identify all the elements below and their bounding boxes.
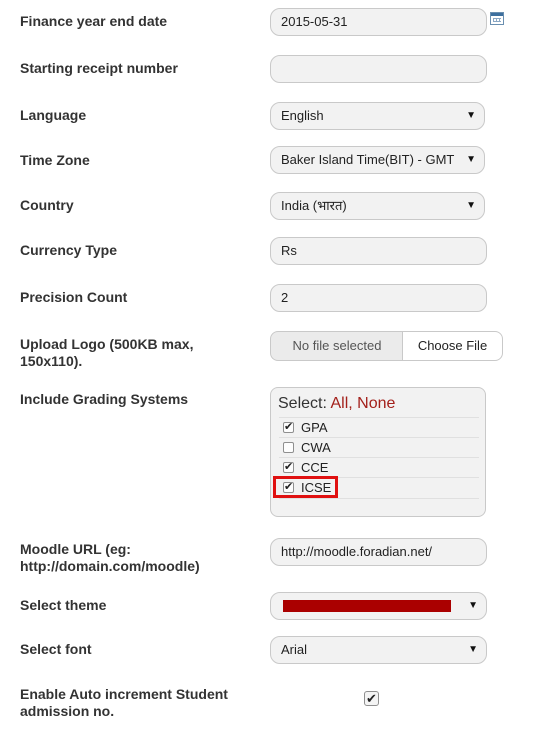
choose-file-button[interactable]: Choose File: [402, 331, 503, 361]
grading-systems-label: Include Grading Systems: [20, 391, 189, 407]
starting-receipt-input[interactable]: [270, 55, 487, 83]
country-label: Country: [20, 197, 74, 213]
chevron-down-icon: ▼: [468, 644, 478, 655]
select-prefix: Select:: [278, 395, 327, 412]
gpa-checkbox[interactable]: ✔: [283, 422, 294, 433]
language-value: English: [281, 108, 324, 123]
moodle-url-label: Moodle URL (eg: http://domain.com/moodle…: [20, 541, 200, 574]
font-select[interactable]: Arial ▼: [270, 636, 487, 664]
chevron-down-icon: ▼: [468, 600, 478, 611]
auto-increment-label: Enable Auto increment Student admission …: [20, 686, 228, 719]
moodle-url-input[interactable]: http://moodle.foradian.net/: [270, 538, 487, 566]
time-zone-select[interactable]: Baker Island Time(BIT) - GMT ▼: [270, 146, 485, 174]
auto-increment-checkbox[interactable]: ✔: [364, 691, 379, 706]
font-value: Arial: [281, 642, 308, 657]
cwa-checkbox[interactable]: [283, 442, 294, 453]
grading-item-label: CWA: [301, 440, 331, 455]
select-font-label: Select font: [20, 641, 92, 657]
grading-select-header: Select: All, None: [278, 395, 395, 413]
logo-file-input[interactable]: No file selected Choose File: [270, 331, 503, 361]
grading-item-label: CCE: [301, 460, 329, 475]
select-separator: ,: [348, 395, 353, 412]
select-all-link[interactable]: All: [330, 395, 348, 412]
country-select[interactable]: India (भारत) ▼: [270, 192, 485, 220]
language-label: Language: [20, 107, 87, 123]
time-zone-label: Time Zone: [20, 152, 90, 168]
finance-year-end-input[interactable]: 2015-05-31: [270, 8, 487, 36]
grading-item-gpa[interactable]: ✔ GPA: [279, 417, 479, 438]
cce-checkbox[interactable]: ✔: [283, 462, 294, 473]
chevron-down-icon: ▼: [466, 200, 476, 211]
calendar-icon[interactable]: [490, 12, 504, 25]
theme-select[interactable]: ▼: [270, 592, 487, 620]
precision-count-label: Precision Count: [20, 289, 128, 305]
select-theme-label: Select theme: [20, 597, 107, 613]
file-status: No file selected: [270, 331, 403, 361]
time-zone-value: Baker Island Time(BIT) - GMT: [281, 152, 455, 167]
chevron-down-icon: ▼: [466, 110, 476, 121]
icse-highlight-box: [273, 476, 338, 498]
grading-item-cce[interactable]: ✔ CCE: [279, 457, 479, 478]
grading-item-cwa[interactable]: CWA: [279, 437, 479, 458]
language-select[interactable]: English ▼: [270, 102, 485, 130]
starting-receipt-label: Starting receipt number: [20, 60, 178, 76]
select-none-link[interactable]: None: [357, 395, 395, 412]
grading-item-label: GPA: [301, 420, 328, 435]
precision-count-input[interactable]: 2: [270, 284, 487, 312]
finance-year-end-label: Finance year end date: [20, 13, 168, 29]
country-value: India (भारत): [281, 198, 347, 213]
currency-type-label: Currency Type: [20, 242, 117, 258]
upload-logo-label: Upload Logo (500KB max, 150x110).: [20, 336, 194, 369]
chevron-down-icon: ▼: [462, 147, 476, 173]
theme-color-swatch: [283, 600, 451, 612]
currency-type-input[interactable]: Rs: [270, 237, 487, 265]
